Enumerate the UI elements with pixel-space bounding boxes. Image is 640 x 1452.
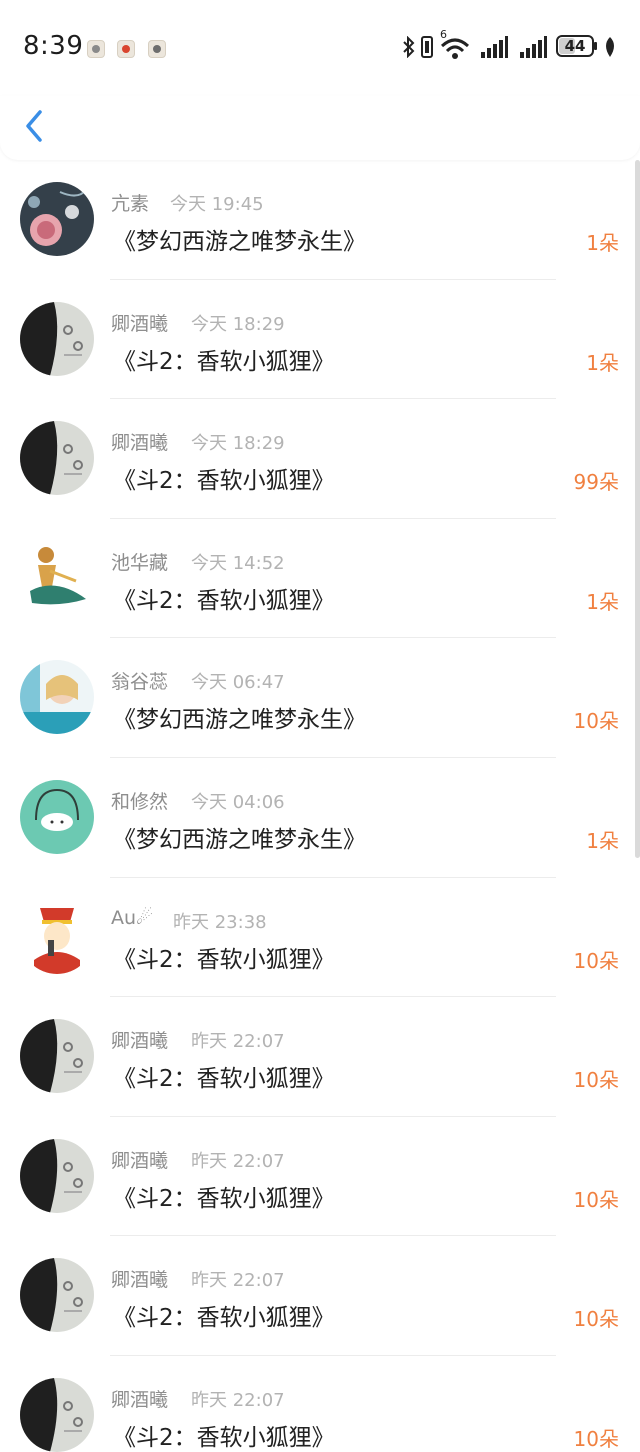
gift-records-page: 8:39 6 44 亢素 今天 19:45 《梦幻西游之唯梦永生》 1朵 卿酒曦… — [0, 0, 640, 1452]
timestamp: 昨天 22:07 — [191, 1270, 285, 1292]
gift-count: 10朵 — [573, 709, 619, 734]
user-name: Au☄ — [111, 906, 154, 929]
leaf-icon — [606, 37, 614, 57]
avatar[interactable] — [20, 1258, 94, 1333]
app-notification-icon — [87, 40, 105, 58]
avatar[interactable] — [20, 301, 94, 376]
gift-count: 10朵 — [573, 948, 619, 973]
book-title: 《斗2：香软小狐狸》 — [113, 468, 335, 495]
battery-tip — [594, 42, 597, 50]
gift-count: 10朵 — [573, 1426, 619, 1451]
book-title: 《斗2：香软小狐狸》 — [113, 946, 335, 973]
user-name: 翁谷蕊 — [111, 671, 169, 694]
gift-record-list[interactable]: 亢素 今天 19:45 《梦幻西游之唯梦永生》 1朵 卿酒曦 今天 18:29 … — [0, 160, 640, 1452]
book-title: 《斗2：香软小狐狸》 — [113, 1305, 335, 1332]
user-name: 卿酒曦 — [111, 1030, 169, 1053]
gift-count: 10朵 — [573, 1307, 619, 1332]
timestamp: 今天 19:45 — [170, 194, 264, 215]
gift-count: 1朵 — [586, 589, 619, 614]
avatar[interactable] — [20, 540, 94, 615]
status-time: 8:39 — [23, 31, 84, 61]
gift-count: 99朵 — [573, 470, 619, 495]
signal-strength-icon — [481, 36, 508, 58]
book-title: 《梦幻西游之唯梦永生》 — [113, 826, 366, 853]
user-name: 池华藏 — [111, 551, 169, 574]
list-item[interactable]: 卿酒曦 昨天 22:07 《斗2：香软小狐狸》 10朵 — [0, 997, 640, 1117]
user-name: 卿酒曦 — [111, 1388, 169, 1411]
list-item[interactable]: 卿酒曦 今天 18:29 《斗2：香软小狐狸》 1朵 — [0, 279, 640, 400]
list-item[interactable]: 卿酒曦 今天 18:29 《斗2：香软小狐狸》 99朵 — [0, 399, 640, 519]
book-title: 《斗2：香软小狐狸》 — [113, 587, 335, 614]
user-name: 卿酒曦 — [111, 312, 169, 335]
user-name: 卿酒曦 — [111, 1269, 169, 1292]
book-title: 《斗2：香软小狐狸》 — [113, 1424, 335, 1451]
list-item[interactable]: 池华藏 今天 14:52 《斗2：香软小狐狸》 1朵 — [0, 518, 640, 639]
list-item[interactable]: 卿酒曦 昨天 22:07 《斗2：香软小狐狸》 10朵 — [0, 1236, 640, 1356]
bluetooth-icon — [403, 36, 415, 58]
book-title: 《斗2：香软小狐狸》 — [113, 1185, 335, 1212]
avatar[interactable] — [20, 1377, 94, 1452]
list-item[interactable]: 翁谷蕊 今天 06:47 《梦幻西游之唯梦永生》 10朵 — [0, 638, 640, 758]
timestamp: 今天 18:29 — [191, 313, 285, 335]
avatar[interactable] — [20, 1019, 94, 1094]
list-item[interactable]: 卿酒曦 昨天 22:07 《斗2：香软小狐狸》 10朵 — [0, 1355, 640, 1452]
book-title: 《梦幻西游之唯梦永生》 — [113, 707, 366, 734]
timestamp: 今天 18:29 — [191, 433, 285, 455]
list-item[interactable]: 卿酒曦 昨天 22:07 《斗2：香软小狐狸》 10朵 — [0, 1116, 640, 1237]
vibrate-icon — [421, 36, 433, 58]
avatar[interactable] — [20, 660, 94, 735]
avatar[interactable] — [20, 779, 94, 854]
gift-count: 10朵 — [573, 1068, 619, 1093]
list-item[interactable]: 和修然 今天 04:06 《梦幻西游之唯梦永生》 1朵 — [0, 757, 640, 878]
battery-level: 44 — [564, 37, 586, 55]
list-item[interactable]: Au☄ 昨天 23:38 《斗2：香软小狐狸》 10朵 — [0, 877, 640, 998]
book-title: 《斗2：香软小狐狸》 — [113, 348, 335, 375]
book-title: 《斗2：香软小狐狸》 — [113, 1066, 335, 1093]
avatar[interactable] — [20, 899, 94, 974]
avatar[interactable] — [20, 182, 94, 256]
user-name: 亢素 — [111, 193, 150, 215]
gift-count: 1朵 — [586, 828, 619, 853]
back-button[interactable] — [18, 104, 52, 148]
scrollbar[interactable] — [635, 160, 640, 858]
timestamp: 昨天 23:38 — [173, 911, 267, 933]
timestamp: 昨天 22:07 — [191, 1031, 285, 1053]
timestamp: 今天 04:06 — [191, 791, 285, 813]
user-name: 卿酒曦 — [111, 1149, 169, 1172]
status-bar: 8:39 6 44 — [0, 0, 640, 96]
avatar[interactable] — [20, 421, 94, 496]
gift-count: 1朵 — [586, 231, 619, 255]
network-label: 6 — [440, 28, 447, 41]
user-name: 卿酒曦 — [111, 432, 169, 455]
user-name: 和修然 — [111, 790, 169, 813]
app-notification-icon — [148, 40, 166, 58]
gift-count: 10朵 — [573, 1187, 619, 1212]
signal-strength-icon — [520, 36, 547, 58]
timestamp: 昨天 22:07 — [191, 1389, 285, 1411]
list-item[interactable]: 亢素 今天 19:45 《梦幻西游之唯梦永生》 1朵 — [0, 160, 640, 280]
timestamp: 昨天 22:07 — [191, 1150, 285, 1172]
top-navigation-bar — [0, 96, 640, 160]
gift-count: 1朵 — [586, 350, 619, 375]
chevron-left-icon — [26, 110, 42, 142]
timestamp: 今天 06:47 — [191, 672, 285, 694]
battery-icon: 44 — [556, 35, 594, 57]
avatar[interactable] — [20, 1138, 94, 1213]
app-notification-icon — [117, 40, 135, 58]
system-status-icons: 6 44 — [380, 28, 640, 64]
book-title: 《梦幻西游之唯梦永生》 — [113, 229, 366, 255]
timestamp: 今天 14:52 — [191, 552, 285, 574]
